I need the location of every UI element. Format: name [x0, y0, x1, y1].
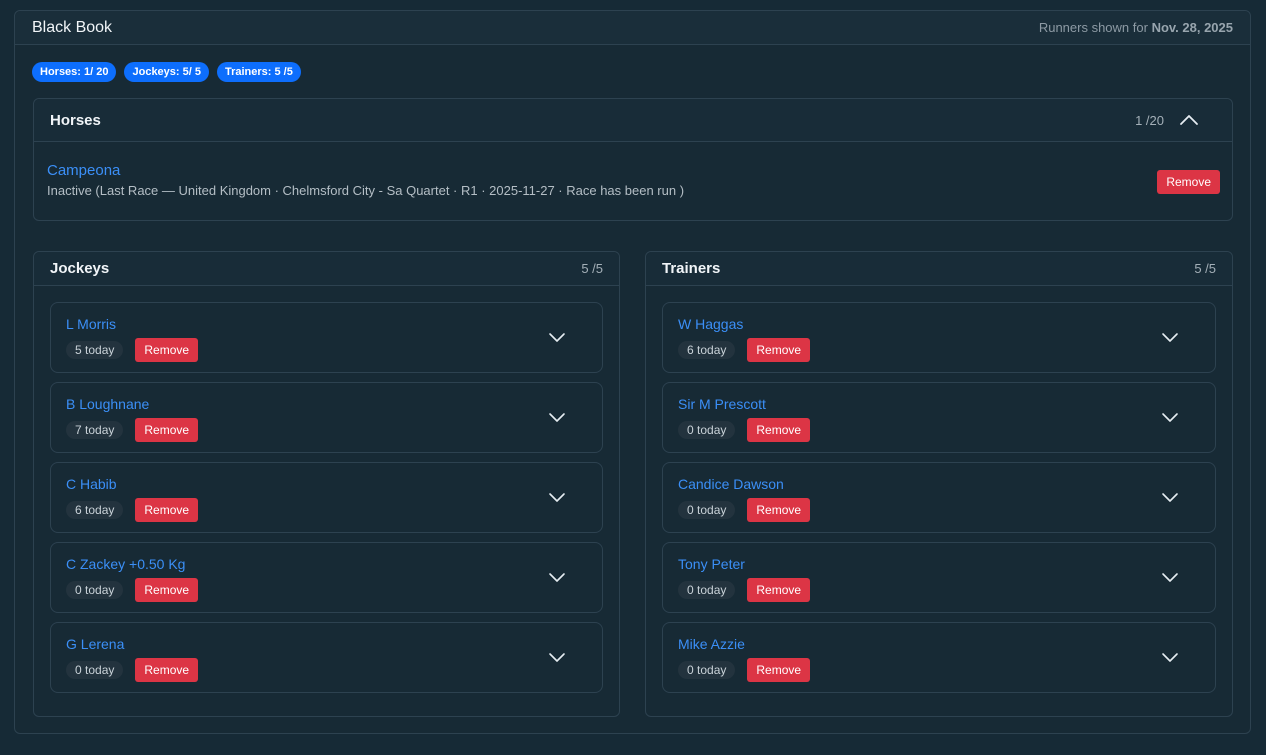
remove-trainer-button[interactable]: Remove	[747, 658, 811, 682]
horses-panel: Horses 1 /20 Campeona Inactive (Last Rac…	[33, 98, 1233, 221]
horses-count: 1 /20	[1135, 112, 1164, 128]
trainer-list-item[interactable]: Candice Dawson 0 today Remove	[662, 462, 1216, 533]
remove-jockey-button[interactable]: Remove	[135, 658, 199, 682]
horses-panel-header[interactable]: Horses 1 /20	[34, 99, 1232, 142]
page-title: Black Book	[32, 18, 113, 36]
remove-horse-button[interactable]: Remove	[1157, 170, 1220, 194]
badge-trainers: Trainers: 5 /5	[216, 62, 301, 82]
horses-panel-controls: 1 /20	[1135, 113, 1216, 128]
trainer-name-link[interactable]: W Haggas	[678, 316, 1200, 332]
card-header: Black Book Runners shown for Nov. 28, 20…	[15, 11, 1250, 45]
jockey-list-item[interactable]: G Lerena 0 today Remove	[50, 622, 603, 693]
runners-meta-prefix: Runners shown for	[1038, 20, 1148, 35]
jockey-list-item[interactable]: C Habib 6 today Remove	[50, 462, 603, 533]
chevron-down-icon[interactable]	[548, 571, 566, 583]
remove-trainer-button[interactable]: Remove	[747, 578, 811, 602]
chevron-down-icon[interactable]	[548, 651, 566, 663]
trainer-item-row: 6 today Remove	[678, 338, 1200, 362]
jockey-item-row: 6 today Remove	[66, 498, 587, 522]
horse-name-link[interactable]: Campeona	[47, 162, 1218, 179]
runners-date-info: Runners shown for Nov. 28, 2025	[1039, 20, 1233, 35]
trainer-list-item[interactable]: Sir M Prescott 0 today Remove	[662, 382, 1216, 453]
jockey-name-link[interactable]: C Habib	[66, 476, 587, 492]
trainer-list-item[interactable]: Tony Peter 0 today Remove	[662, 542, 1216, 613]
today-count-badge: 0 today	[66, 581, 124, 599]
jockeys-list: L Morris 5 today Remove B Loughnane 7 to…	[34, 286, 619, 693]
today-count-badge: 6 today	[66, 501, 124, 519]
trainers-list: W Haggas 6 today Remove Sir M Prescott 0…	[646, 286, 1232, 693]
jockeys-count: 5 /5	[581, 261, 603, 276]
horse-status: Inactive (Last Race — United Kingdom · C…	[47, 183, 685, 198]
badge-jockeys: Jockeys: 5/ 5	[124, 62, 209, 82]
remove-jockey-button[interactable]: Remove	[135, 498, 199, 522]
chevron-down-icon[interactable]	[548, 331, 566, 343]
jockey-item-row: 7 today Remove	[66, 418, 587, 442]
chevron-down-icon[interactable]	[548, 491, 566, 503]
summary-badges: Horses: 1/ 20 Jockeys: 5/ 5 Trainers: 5 …	[32, 62, 301, 82]
jockey-name-link[interactable]: B Loughnane	[66, 396, 587, 412]
jockey-list-item[interactable]: C Zackey +0.50 Kg 0 today Remove	[50, 542, 603, 613]
remove-trainer-button[interactable]: Remove	[747, 498, 811, 522]
badge-horses: Horses: 1/ 20	[32, 62, 117, 82]
jockeys-panel-header: Jockeys 5 /5	[34, 252, 619, 286]
today-count-badge: 0 today	[678, 581, 736, 599]
trainer-item-row: 0 today Remove	[678, 418, 1200, 442]
trainers-panel-title: Trainers	[662, 260, 721, 277]
jockey-name-link[interactable]: C Zackey +0.50 Kg	[66, 556, 587, 572]
today-count-badge: 6 today	[678, 341, 736, 359]
jockeys-panel-title: Jockeys	[50, 260, 110, 277]
jockey-item-row: 0 today Remove	[66, 658, 587, 682]
jockey-item-row: 5 today Remove	[66, 338, 587, 362]
remove-jockey-button[interactable]: Remove	[135, 338, 199, 362]
jockey-list-item[interactable]: L Morris 5 today Remove	[50, 302, 603, 373]
trainer-name-link[interactable]: Tony Peter	[678, 556, 1200, 572]
remove-trainer-button[interactable]: Remove	[747, 338, 811, 362]
today-count-badge: 0 today	[66, 661, 124, 679]
jockey-item-row: 0 today Remove	[66, 578, 587, 602]
trainer-item-row: 0 today Remove	[678, 498, 1200, 522]
chevron-down-icon[interactable]	[1161, 571, 1179, 583]
jockey-name-link[interactable]: G Lerena	[66, 636, 587, 652]
today-count-badge: 0 today	[678, 421, 736, 439]
chevron-down-icon[interactable]	[1161, 411, 1179, 423]
horses-panel-title: Horses	[50, 111, 101, 129]
trainer-name-link[interactable]: Candice Dawson	[678, 476, 1200, 492]
trainer-name-link[interactable]: Sir M Prescott	[678, 396, 1200, 412]
trainers-panel-header: Trainers 5 /5	[646, 252, 1232, 286]
trainers-panel: Trainers 5 /5 W Haggas 6 today Remove Si…	[645, 251, 1233, 717]
remove-trainer-button[interactable]: Remove	[747, 418, 811, 442]
trainer-list-item[interactable]: W Haggas 6 today Remove	[662, 302, 1216, 373]
remove-jockey-button[interactable]: Remove	[135, 418, 199, 442]
today-count-badge: 0 today	[678, 501, 736, 519]
today-count-badge: 0 today	[678, 661, 736, 679]
trainer-item-row: 0 today Remove	[678, 578, 1200, 602]
jockey-name-link[interactable]: L Morris	[66, 316, 587, 332]
runners-meta-date: Nov. 28, 2025	[1151, 20, 1233, 35]
today-count-badge: 7 today	[66, 421, 124, 439]
trainer-list-item[interactable]: Mike Azzie 0 today Remove	[662, 622, 1216, 693]
remove-jockey-button[interactable]: Remove	[135, 578, 199, 602]
trainer-name-link[interactable]: Mike Azzie	[678, 636, 1200, 652]
chevron-down-icon[interactable]	[1161, 651, 1179, 663]
chevron-down-icon[interactable]	[1161, 491, 1179, 503]
horse-list-item: Campeona Inactive (Last Race — United Ki…	[34, 142, 1232, 198]
chevron-down-icon[interactable]	[1161, 331, 1179, 343]
today-count-badge: 5 today	[66, 341, 124, 359]
black-book-card: Black Book Runners shown for Nov. 28, 20…	[14, 10, 1251, 734]
jockey-list-item[interactable]: B Loughnane 7 today Remove	[50, 382, 603, 453]
jockeys-panel: Jockeys 5 /5 L Morris 5 today Remove B L…	[33, 251, 620, 717]
chevron-down-icon[interactable]	[548, 411, 566, 423]
trainer-item-row: 0 today Remove	[678, 658, 1200, 682]
trainers-count: 5 /5	[1194, 261, 1216, 276]
chevron-up-icon[interactable]	[1178, 113, 1200, 127]
